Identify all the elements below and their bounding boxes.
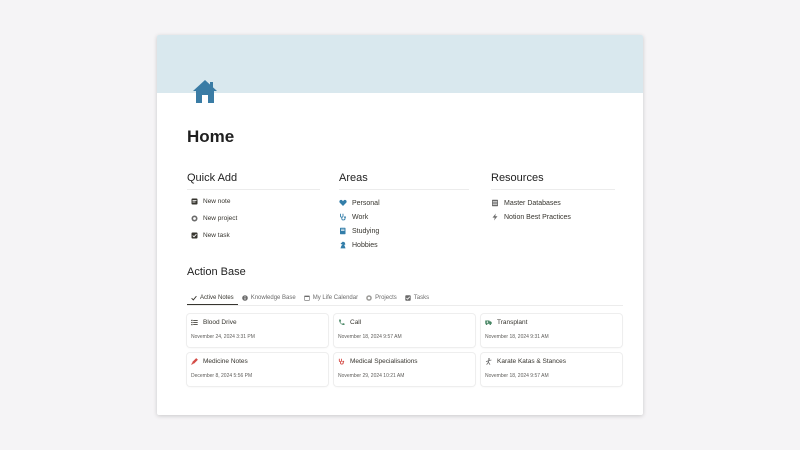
stethoscope-icon xyxy=(338,358,345,365)
check-icon xyxy=(191,295,197,301)
stethoscope-icon xyxy=(339,213,347,221)
area-label-hobbies: Hobbies xyxy=(352,241,378,249)
chess-knight-icon xyxy=(339,241,347,249)
page-cover[interactable] xyxy=(157,35,643,93)
tab-my-life-calendar[interactable]: My Life Calendar xyxy=(300,291,362,305)
area-label-work: Work xyxy=(352,213,369,221)
project-icon xyxy=(191,215,198,222)
gallery-card[interactable]: Transplant November 18, 2024 9:31 AM xyxy=(481,314,622,347)
card-date: December 8, 2024 5:56 PM xyxy=(191,373,253,379)
tab-projects[interactable]: Projects xyxy=(362,291,401,305)
tab-label: My Life Calendar xyxy=(312,295,359,301)
syringe-icon xyxy=(191,358,198,365)
card-title: Karate Katas & Stances xyxy=(497,358,567,365)
gallery-card[interactable]: Blood Drive November 24, 2024 3:31 PM xyxy=(187,314,328,347)
tab-label: Tasks xyxy=(413,295,430,301)
card-title: Call xyxy=(350,319,362,326)
action-base-heading: Action Base xyxy=(187,266,246,278)
action-base-tabs: Active Notes Knowledge Base My Life Cale… xyxy=(187,291,623,306)
area-label-studying: Studying xyxy=(352,227,380,235)
new-project-button[interactable]: New project xyxy=(187,211,320,225)
info-icon xyxy=(241,295,248,301)
notion-page: Home Quick Add New note New project New … xyxy=(157,35,643,415)
gallery-card[interactable]: Karate Katas & Stances November 18, 2024… xyxy=(481,353,622,386)
tab-active-notes[interactable]: Active Notes xyxy=(187,291,238,305)
card-date: November 18, 2024 9:57 AM xyxy=(485,373,549,379)
new-project-label: New project xyxy=(203,214,238,222)
card-date: November 18, 2024 9:57 AM xyxy=(338,334,402,340)
card-title: Transplant xyxy=(497,319,528,326)
tab-label: Knowledge Base xyxy=(250,295,296,301)
gallery-card[interactable]: Medicine Notes December 8, 2024 5:56 PM xyxy=(187,353,328,386)
resource-link-master-databases[interactable]: Master Databases xyxy=(491,196,615,210)
tab-tasks[interactable]: Tasks xyxy=(401,291,433,305)
new-note-button[interactable]: New note xyxy=(187,194,320,208)
tab-knowledge-base[interactable]: Knowledge Base xyxy=(238,291,300,305)
tab-label: Active Notes xyxy=(200,294,234,301)
checkbox-icon xyxy=(191,232,198,239)
new-note-label: New note xyxy=(203,197,231,205)
phone-icon xyxy=(338,319,345,326)
card-date: November 18, 2024 9:31 AM xyxy=(485,334,549,340)
new-task-label: New task xyxy=(203,231,230,239)
card-title: Medicine Notes xyxy=(203,358,248,365)
area-label-personal: Personal xyxy=(352,199,380,207)
tab-label: Projects xyxy=(375,295,397,301)
note-icon xyxy=(191,198,198,205)
calendar-icon xyxy=(304,295,310,301)
area-link-work[interactable]: Work xyxy=(339,210,469,224)
card-title: Blood Drive xyxy=(203,319,237,326)
list-icon xyxy=(191,319,198,326)
resources-section: Resources Master Databases Notion Best P… xyxy=(491,172,615,224)
quick-add-heading: Quick Add xyxy=(187,172,320,190)
gallery-cards: Blood Drive November 24, 2024 3:31 PM Ca… xyxy=(187,314,623,386)
heart-icon xyxy=(339,199,347,207)
resource-label-best-practices: Notion Best Practices xyxy=(504,213,571,221)
areas-section: Areas Personal Work Studying Hobbies xyxy=(339,172,469,252)
card-title: Medical Specialisations xyxy=(350,358,418,365)
card-date: November 24, 2024 3:31 PM xyxy=(191,334,255,340)
house-icon[interactable] xyxy=(191,77,219,105)
checkbox-icon xyxy=(405,295,411,301)
page-title: Home xyxy=(187,127,235,146)
areas-heading: Areas xyxy=(339,172,469,190)
card-date: November 29, 2024 10:21 AM xyxy=(338,373,405,379)
book-icon xyxy=(339,227,347,235)
new-task-button[interactable]: New task xyxy=(187,228,320,242)
database-icon xyxy=(491,199,499,207)
lightning-icon xyxy=(491,213,499,221)
resources-heading: Resources xyxy=(491,172,615,190)
project-icon xyxy=(366,295,372,301)
area-link-hobbies[interactable]: Hobbies xyxy=(339,238,469,252)
ambulance-icon xyxy=(485,319,492,326)
resource-link-best-practices[interactable]: Notion Best Practices xyxy=(491,210,615,224)
area-link-studying[interactable]: Studying xyxy=(339,224,469,238)
area-link-personal[interactable]: Personal xyxy=(339,196,469,210)
gallery-card[interactable]: Medical Specialisations November 29, 202… xyxy=(334,353,475,386)
gallery-card[interactable]: Call November 18, 2024 9:57 AM xyxy=(334,314,475,347)
quick-add-section: Quick Add New note New project New task xyxy=(187,172,320,242)
resource-label-master-databases: Master Databases xyxy=(504,199,561,207)
karate-icon xyxy=(485,358,492,365)
